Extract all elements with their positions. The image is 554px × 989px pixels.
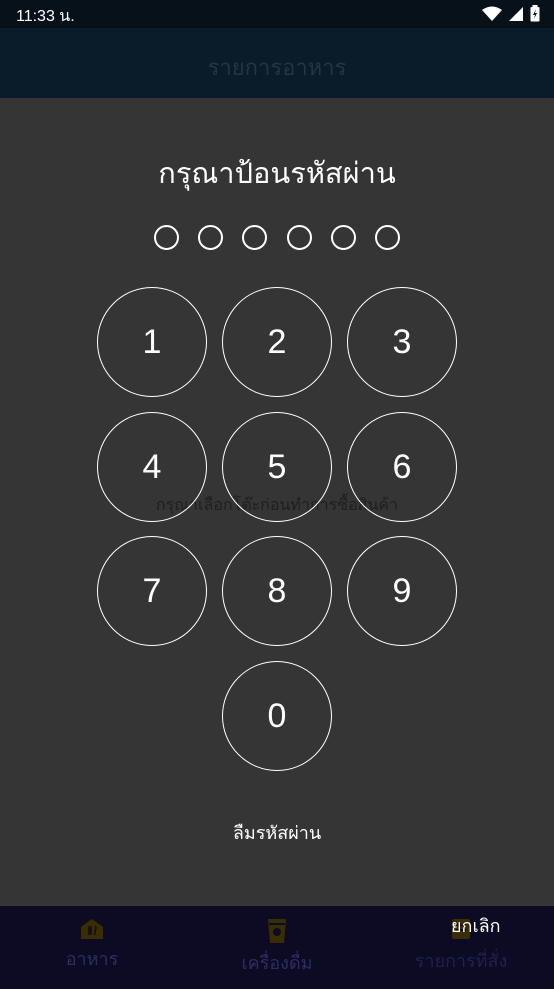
- status-time: 11:33 น.: [16, 8, 75, 25]
- wifi-icon: [482, 6, 502, 21]
- nav-item-drinks[interactable]: เครื่องดื่ม: [232, 918, 322, 977]
- app-title: รายการอาหาร: [207, 56, 347, 81]
- key-1-button[interactable]: 1: [97, 287, 207, 397]
- key-label: 9: [392, 571, 412, 610]
- key-2-button[interactable]: 2: [222, 287, 332, 397]
- app-bar: รายการอาหาร: [0, 28, 554, 98]
- key-label: 5: [267, 447, 287, 486]
- nav-label: รายการที่สั่ง: [414, 951, 508, 972]
- key-5-button[interactable]: 5: [222, 412, 332, 522]
- cancel-button[interactable]: ยกเลิก: [451, 911, 501, 940]
- key-label: 0: [267, 696, 287, 735]
- status-icons: [482, 5, 540, 22]
- key-label: 3: [392, 322, 412, 361]
- key-8-button[interactable]: 8: [222, 536, 332, 646]
- food-icon: [81, 919, 103, 939]
- key-label: 7: [142, 571, 162, 610]
- key-3-button[interactable]: 3: [347, 287, 457, 397]
- nav-bottom-strip: [0, 982, 554, 989]
- passcode-dot: [154, 225, 179, 250]
- passcode-dots: [0, 225, 554, 251]
- passcode-dot: [331, 225, 356, 250]
- signal-icon: [509, 6, 523, 21]
- key-label: 4: [142, 447, 162, 486]
- key-6-button[interactable]: 6: [347, 412, 457, 522]
- key-label: 8: [267, 571, 287, 610]
- nav-item-food[interactable]: อาหาร: [55, 918, 129, 973]
- key-label: 2: [267, 322, 287, 361]
- passcode-dot: [198, 225, 223, 250]
- battery-icon: [530, 5, 540, 22]
- passcode-dot: [242, 225, 267, 250]
- passcode-dot: [287, 225, 312, 250]
- key-label: 1: [142, 322, 162, 361]
- nav-label: อาหาร: [65, 949, 119, 970]
- forgot-passcode-link[interactable]: ลืมรหัสผ่าน: [0, 818, 554, 847]
- passcode-title: กรุณาป้อนรหัสผ่าน: [158, 156, 396, 190]
- key-label: 6: [392, 447, 412, 486]
- key-0-button[interactable]: 0: [222, 661, 332, 771]
- passcode-dot: [375, 225, 400, 250]
- key-7-button[interactable]: 7: [97, 536, 207, 646]
- key-4-button[interactable]: 4: [97, 412, 207, 522]
- key-9-button[interactable]: 9: [347, 536, 457, 646]
- drink-icon: [268, 919, 286, 943]
- screen: 11:33 น. รายการอาหาร กรุณาเลือกโต๊ะก่อนท…: [0, 0, 554, 989]
- nav-label: เครื่องดื่ม: [241, 953, 313, 974]
- status-bar: 11:33 น.: [0, 0, 554, 28]
